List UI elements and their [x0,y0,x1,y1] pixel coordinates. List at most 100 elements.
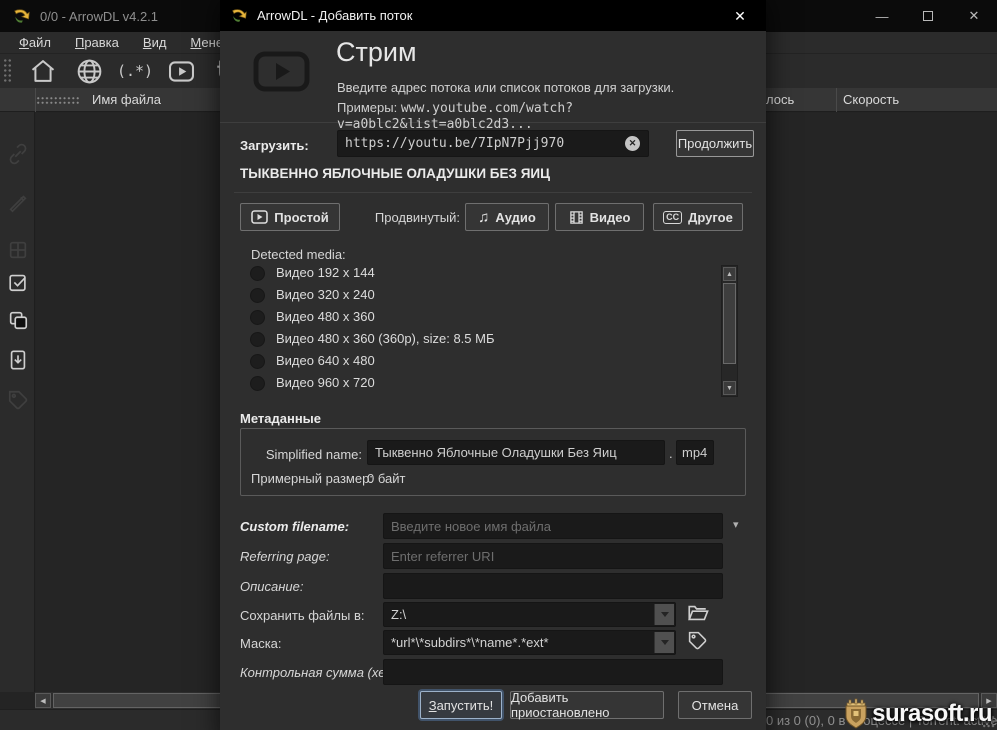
close-button[interactable]: ✕ [951,0,997,32]
save-to-dropdown-button[interactable] [654,604,674,625]
desktop: 0/0 - ArrowDL v4.2.1 — ✕ Файл Правка Вид… [0,0,997,730]
add-paused-button[interactable]: Добавить приостановлено [510,691,664,719]
chevron-down-icon [661,612,669,617]
close-icon: ✕ [734,8,746,25]
scroll-up-button[interactable]: ▲ [723,267,736,281]
grid-icon [7,239,29,261]
column-divider [35,88,36,112]
folder-icon[interactable] [686,602,709,624]
dialog-header: Стрим Введите адрес потока или список по… [220,31,766,123]
mask-dropdown-button[interactable] [654,632,674,653]
play-box-icon [251,210,268,224]
audio-mode-button[interactable]: ♫ Аудио [465,203,549,231]
dialog-close-button[interactable]: ✕ [728,6,752,26]
play-badge-icon [253,51,310,92]
regex-button[interactable]: (.*) [119,56,151,86]
pen-icon [7,191,29,213]
description-input[interactable] [383,573,723,599]
media-radio[interactable] [250,310,265,325]
scroll-down-button[interactable]: ▼ [723,381,736,395]
grid-button[interactable] [6,238,29,261]
metadata-group-label: Метаданные [240,411,321,426]
download-file-button[interactable] [6,348,29,371]
media-item[interactable]: Видео 320 x 240 [276,287,375,302]
left-toolbar [0,112,35,692]
scrollbar-thumb[interactable] [723,283,736,364]
cancel-button[interactable]: Отмена [678,691,752,719]
continue-button[interactable]: Продолжить [676,130,754,157]
watermark: surasoft.ru [841,697,992,730]
simplified-name-input[interactable] [367,440,665,465]
add-stream-button[interactable] [165,56,197,86]
custom-filename-input[interactable] [383,513,723,539]
pen-button[interactable] [6,190,29,213]
copy-button[interactable] [6,308,29,331]
save-to-combobox[interactable]: Z:\ [383,602,676,627]
toolbar-drag-handle[interactable] [3,58,12,84]
video-icon [167,57,196,86]
minimize-icon: — [876,9,889,24]
dialog-heading: Стрим [336,37,417,68]
save-to-value: Z:\ [391,607,406,622]
examples-label: Примеры: [337,100,397,115]
divider [234,192,752,193]
clear-url-button[interactable]: ✕ [625,136,640,151]
mask-value: *url*\*subdirs*\*name*.*ext* [391,635,549,650]
tag-rail-button[interactable] [6,388,29,411]
column-divider[interactable] [836,88,837,112]
media-item[interactable]: Видео 640 x 480 [276,353,375,368]
tag-icon[interactable] [687,630,708,651]
copy-icon [7,309,29,331]
dialog-examples: Примеры: www.youtube.com/watch?v=a0blc2&… [337,100,766,132]
media-radio[interactable] [250,376,265,391]
media-item[interactable]: Видео 192 x 144 [276,265,375,280]
menu-edit[interactable]: Правка [64,33,130,52]
media-radio[interactable] [250,354,265,369]
column-speed[interactable]: Скорость [843,92,899,107]
media-item[interactable]: Видео 480 x 360 [276,309,375,324]
media-radio[interactable] [250,288,265,303]
video-mode-button[interactable]: Видео [555,203,644,231]
select-all-button[interactable] [6,270,29,293]
add-stream-dialog: ArrowDL - Добавить поток ✕ Стрим Введите… [220,0,766,730]
mask-combobox[interactable]: *url*\*subdirs*\*name*.*ext* [383,630,676,655]
menu-view[interactable]: Вид [132,33,178,52]
column-remaining[interactable]: лось [766,92,794,107]
media-item[interactable]: Видео 480 x 360 (360p), size: 8.5 МБ [276,331,495,346]
other-mode-button[interactable]: CC Другое [653,203,743,231]
description-label: Описание: [240,579,303,594]
media-radio[interactable] [250,332,265,347]
web-button[interactable] [73,56,105,86]
start-button[interactable]: Запустить! [420,691,502,719]
file-download-icon [7,349,29,371]
tag-icon [7,389,29,411]
chevron-down-icon[interactable]: ▾ [733,518,739,531]
column-filename[interactable]: Имя файла [92,92,161,107]
link-button[interactable] [6,142,29,165]
arrow-left-icon: ◀ [40,697,45,705]
column-drag-handle[interactable] [36,96,80,105]
extension-separator: . [669,446,673,461]
referring-page-input[interactable] [383,543,723,569]
main-window-title: 0/0 - ArrowDL v4.2.1 [40,9,158,24]
globe-icon [75,57,104,86]
minimize-button[interactable]: — [859,0,905,32]
arrow-up-icon: ▲ [726,271,733,278]
home-icon [29,57,57,85]
menu-file[interactable]: Файл [8,33,62,52]
scroll-left-button[interactable]: ◀ [35,693,51,708]
maximize-button[interactable] [905,0,951,32]
dialog-title: ArrowDL - Добавить поток [257,8,412,23]
watermark-text: surasoft.ru [872,700,992,728]
url-input[interactable] [337,130,649,157]
media-item[interactable]: Видео 960 x 720 [276,375,375,390]
media-radio[interactable] [250,266,265,281]
mask-label: Маска: [240,636,282,651]
clear-icon: ✕ [629,138,637,149]
checksum-input[interactable] [383,659,723,685]
simple-mode-button[interactable]: Простой [240,203,340,231]
extension-input[interactable] [676,440,714,465]
home-button[interactable] [27,56,59,86]
media-scrollbar[interactable]: ▲ ▼ [721,265,738,397]
arrow-down-icon: ▼ [726,385,733,392]
